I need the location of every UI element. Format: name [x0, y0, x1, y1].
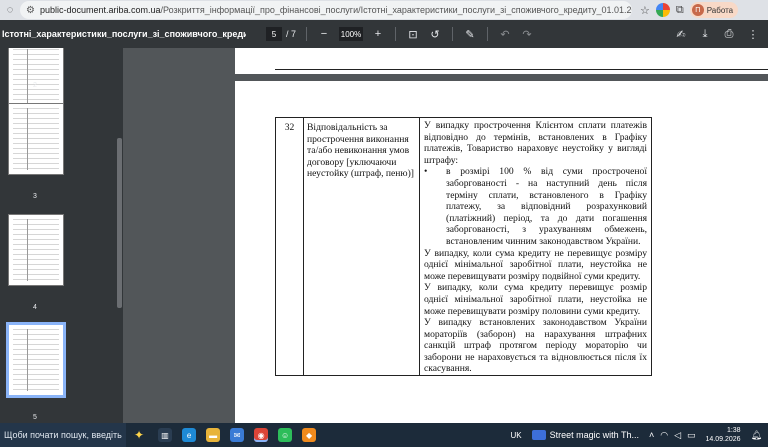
download-icon[interactable]: ⤓ — [698, 28, 712, 41]
profile-avatar: П — [691, 4, 704, 16]
page-thumbnail-label: 3 — [33, 193, 37, 200]
paragraph: У випадку, коли сума кредиту не перевищу… — [424, 247, 647, 282]
profile-label: Работа — [706, 5, 734, 15]
characteristics-table: 32 Відповідальність за прострочення вико… — [275, 116, 652, 377]
page-thumbnail-label: 5 — [33, 414, 37, 421]
google-extension-icon[interactable] — [655, 3, 670, 17]
messenger-icon[interactable]: ☺ — [278, 428, 293, 442]
row-number: 32 — [275, 116, 304, 377]
paragraph: У випадку прострочення Клієнтом сплати п… — [424, 120, 647, 166]
copilot-sparkle-icon[interactable]: ✦ — [134, 428, 144, 442]
page-thumbnail-label: 2 — [33, 82, 37, 89]
bullet-mark: • — [424, 166, 428, 178]
media-thumbnail-icon — [531, 430, 546, 440]
page-thumbnail[interactable] — [8, 214, 64, 286]
toolbar-divider — [452, 27, 454, 41]
site-info-icon[interactable]: ◌ — [0, 0, 20, 20]
taskbar-search[interactable]: Щоби почати пошук, введіть — [0, 423, 126, 447]
clock-date: 14.09.2026 — [705, 436, 741, 443]
pdf-toolbar: Істотні_характеристики_послуги_зі_спожив… — [0, 20, 768, 48]
paragraph: У випадку встановлених законодавством Ук… — [424, 317, 647, 375]
row-name: Відповідальність за прострочення виконан… — [303, 116, 420, 377]
bullet-item: • в розмірі 100 % від суми простроченої … — [424, 166, 647, 247]
extensions-puzzle-icon[interactable]: ⧉ — [676, 4, 684, 17]
page-thumbnail-active[interactable] — [6, 322, 66, 398]
clock[interactable]: 1:38 14.09.2026 — [706, 426, 741, 444]
battery-icon[interactable]: ▭ — [687, 430, 696, 441]
url-path: /Розкриття_інформації_про_фінансові_посл… — [160, 5, 632, 15]
search-placeholder: Щоби почати пошук, введіть — [4, 430, 122, 440]
file-explorer-icon[interactable]: ▬ — [206, 428, 221, 442]
print-icon[interactable]: ⎙ — [722, 28, 736, 41]
wifi-icon[interactable]: ◠ — [660, 430, 668, 441]
task-view-icon[interactable]: ▥ — [158, 428, 173, 442]
rotate-icon[interactable]: ↺ — [428, 28, 442, 41]
media-widget[interactable]: Street magic with Th... — [531, 430, 639, 440]
page-control: 5 / 7 — [266, 27, 296, 41]
mouse-cursor-icon: ↖ — [253, 396, 262, 407]
toolbar-divider — [395, 27, 397, 41]
edge-icon[interactable]: e — [182, 428, 197, 442]
paragraph: У випадку, коли сума кредиту перевищує р… — [424, 282, 647, 317]
url-host: public-document.ariba.com.ua — [39, 5, 161, 15]
notification-bell-icon[interactable]: 🔔︎ — [751, 430, 762, 441]
more-options-icon[interactable]: ⋮ — [746, 28, 760, 41]
annotate-icon[interactable]: ✍ — [674, 28, 688, 41]
toolbar-divider — [306, 27, 308, 41]
pdf-title: Істотні_характеристики_послуги_зі_спожив… — [2, 29, 246, 39]
undo-icon[interactable]: ↶ — [498, 28, 512, 41]
page-number-input[interactable]: 5 — [266, 27, 282, 41]
draw-icon[interactable]: ✎ — [463, 28, 477, 41]
zoom-in-icon[interactable]: + — [371, 28, 385, 40]
taskbar: Щоби почати пошук, введіть ✦ ▥ e ▬ ✉ ◉ ☺… — [0, 423, 768, 447]
volume-icon[interactable]: ◁ — [674, 430, 681, 441]
redo-icon[interactable]: ↷ — [520, 28, 534, 41]
chevron-up-icon[interactable]: ˄ — [649, 430, 654, 441]
zoom-control: − 100% + — [317, 27, 385, 41]
app-orange-icon[interactable]: ◆ — [302, 428, 317, 442]
table-row: 32 Відповідальність за прострочення вико… — [275, 116, 652, 377]
row-description: У випадку прострочення Клієнтом сплати п… — [419, 116, 652, 377]
sidebar-scrollbar[interactable] — [117, 138, 122, 308]
page-thumbnail-label: 4 — [33, 304, 37, 311]
zoom-input[interactable]: 100% — [339, 27, 364, 41]
language-indicator[interactable]: UK — [510, 431, 521, 440]
omnibox[interactable]: ⚙ public-document.ariba.com.ua /Розкритт… — [20, 1, 632, 19]
thumbnail-sidebar: 2 3 4 5 — [0, 48, 123, 423]
mail-icon[interactable]: ✉ — [230, 428, 245, 442]
document-viewport[interactable]: 32 Відповідальність за прострочення вико… — [123, 48, 768, 423]
page-total: / 7 — [286, 29, 297, 39]
page-thumbnail[interactable] — [8, 103, 64, 175]
previous-page — [235, 48, 768, 74]
fit-page-icon[interactable]: ⊡ — [406, 28, 420, 41]
zoom-out-icon[interactable]: − — [317, 28, 331, 40]
clock-time: 1:38 — [726, 427, 741, 434]
toolbar-divider — [487, 27, 489, 41]
media-title: Street magic with Th... — [549, 430, 639, 440]
bookmark-star-icon[interactable]: ☆ — [640, 4, 650, 17]
chrome-icon[interactable]: ◉ — [254, 428, 269, 442]
profile-chip[interactable]: П Работа — [689, 2, 739, 18]
tune-icon[interactable]: ⚙ — [26, 5, 35, 16]
browser-address-bar: ◌ ⚙ public-document.ariba.com.ua /Розкри… — [0, 0, 768, 20]
paragraph: в розмірі 100 % від суми простроченої за… — [446, 166, 647, 247]
current-page: 32 Відповідальність за прострочення вико… — [235, 81, 768, 423]
